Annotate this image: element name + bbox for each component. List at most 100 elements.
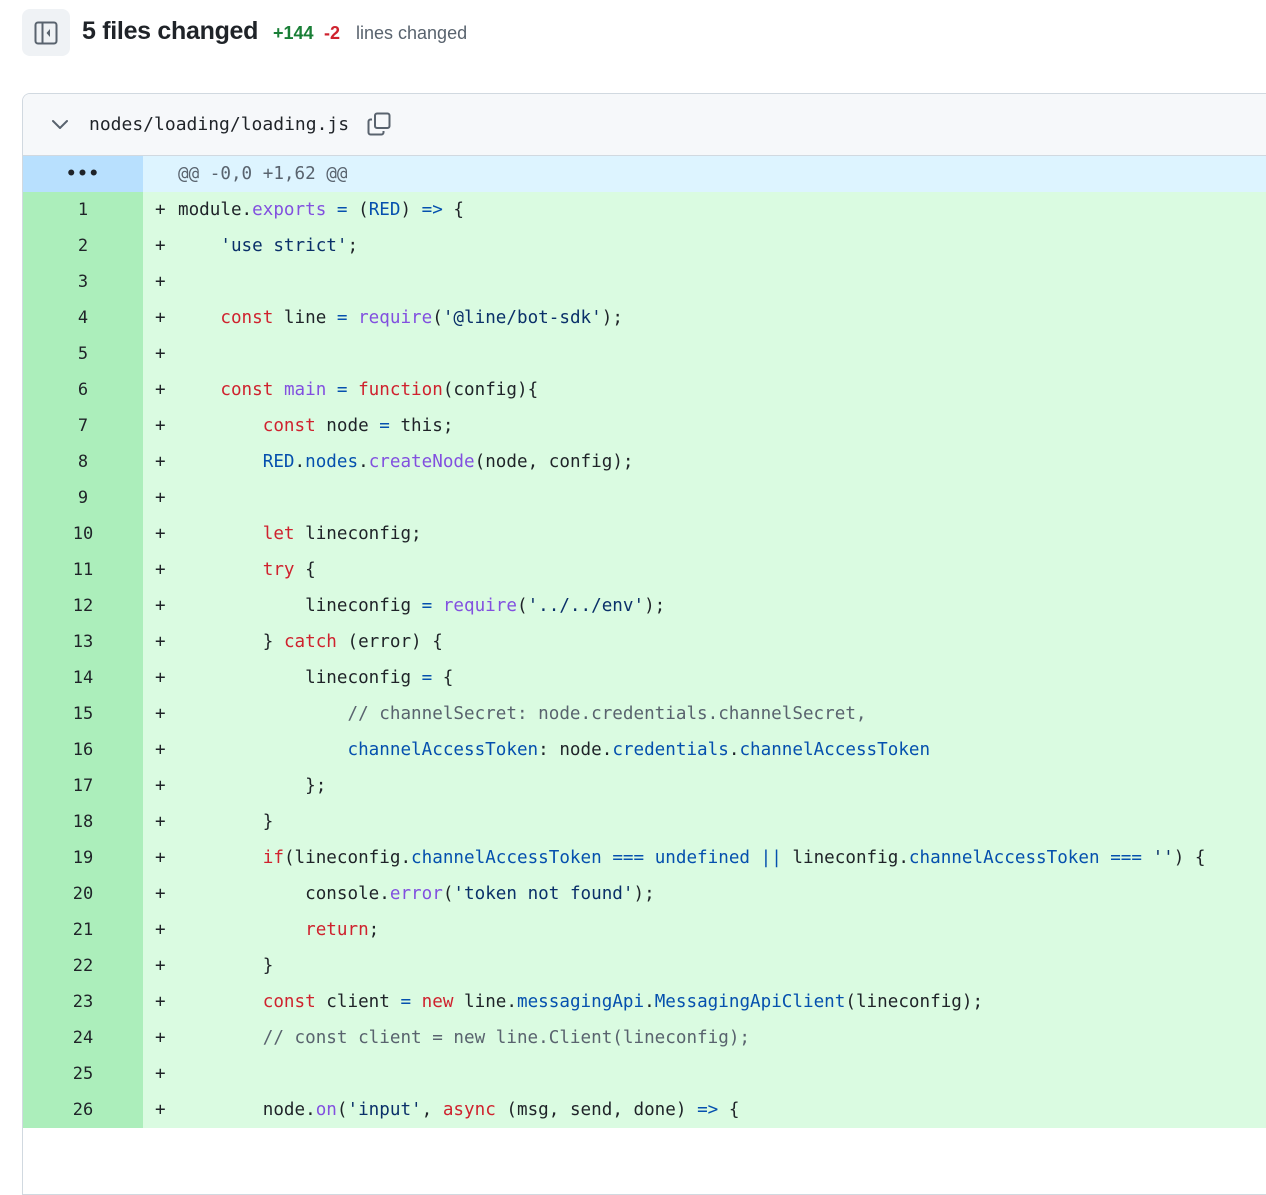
line-number[interactable]: 25 [23, 1056, 143, 1092]
code-token: (lineconfig); [845, 992, 984, 1012]
line-number[interactable]: 8 [23, 444, 143, 480]
code-line: + if(lineconfig.channelAccessToken === u… [143, 840, 1266, 876]
addition-marker: + [155, 200, 166, 220]
code-token: '' [1152, 848, 1174, 868]
code-token: 'use strict' [220, 236, 348, 256]
addition-marker: + [155, 1064, 166, 1084]
files-changed-count: 5 files changed [82, 17, 259, 45]
addition-marker: + [155, 668, 166, 688]
addition-marker: + [155, 704, 166, 724]
lines-changed-label: lines changed [356, 23, 468, 43]
code-token: ( [516, 596, 528, 616]
addition-marker: + [155, 884, 166, 904]
code-token: '../../env' [527, 596, 645, 616]
diff-line-row: 23 + const client = new line.messagingApi… [23, 984, 1266, 1020]
code-token: ( [432, 308, 443, 328]
chevron-down-icon[interactable] [49, 113, 71, 135]
line-number[interactable]: 10 [23, 516, 143, 552]
code-token: ( [442, 884, 454, 904]
diff-line-row: 17 + }; [23, 768, 1266, 804]
line-number[interactable]: 18 [23, 804, 143, 840]
line-number[interactable]: 5 [23, 336, 143, 372]
line-number[interactable]: 22 [23, 948, 143, 984]
code-line: + [143, 336, 1266, 372]
diff-line-row: 2 + 'use strict'; [23, 228, 1266, 264]
line-number[interactable]: 24 [23, 1020, 143, 1056]
line-number[interactable]: 12 [23, 588, 143, 624]
line-number[interactable]: 23 [23, 984, 143, 1020]
line-number[interactable]: 2 [23, 228, 143, 264]
line-number[interactable]: 26 [23, 1092, 143, 1128]
code-token: 'input' [347, 1100, 422, 1120]
code-token: try [262, 560, 295, 580]
line-number[interactable]: 21 [23, 912, 143, 948]
code-token: this; [389, 416, 454, 436]
code-token: node. [178, 1100, 316, 1120]
diff-line-row: 19 + if(lineconfig.channelAccessToken ===… [23, 840, 1266, 876]
code-token: ( [347, 200, 369, 220]
code-token: error [389, 884, 443, 904]
code-token: return [305, 920, 369, 940]
line-number[interactable]: 16 [23, 732, 143, 768]
addition-marker: + [155, 308, 166, 328]
line-number[interactable]: 15 [23, 696, 143, 732]
diff-line-row: 4 + const line = require('@line/bot-sdk')… [23, 300, 1266, 336]
code-token: const [220, 380, 274, 400]
code-token: if [262, 848, 284, 868]
line-number[interactable]: 4 [23, 300, 143, 336]
diff-line-row: 26 + node.on('input', async (msg, send, d… [23, 1092, 1266, 1128]
code-token: ( [336, 1100, 348, 1120]
copy-icon[interactable] [366, 111, 392, 137]
line-number[interactable]: 11 [23, 552, 143, 588]
file-header: nodes/loading/loading.js [23, 94, 1266, 156]
code-line: + } [143, 948, 1266, 984]
code-line: + const line = require('@line/bot-sdk'); [143, 300, 1266, 336]
file-diff: nodes/loading/loading.js ••• @@ -0,0 +1,… [22, 93, 1266, 1195]
toggle-file-tree-button[interactable] [22, 9, 70, 56]
code-token: MessagingApiClient [654, 992, 846, 1012]
line-number[interactable]: 1 [23, 192, 143, 228]
line-number[interactable]: 17 [23, 768, 143, 804]
code-token: = [379, 416, 390, 436]
code-token: RED [368, 200, 401, 220]
line-number[interactable]: 20 [23, 876, 143, 912]
code-token: credentials [612, 740, 729, 760]
diff-line-row: 10 + let lineconfig; [23, 516, 1266, 552]
code-token: } [178, 812, 274, 832]
code-line: + [143, 264, 1266, 300]
line-number[interactable]: 14 [23, 660, 143, 696]
code-token: = [336, 200, 348, 220]
expand-hunk-button[interactable]: ••• [23, 156, 143, 192]
diff-line-row: 16 + channelAccessToken: node.credentials… [23, 732, 1266, 768]
code-line: + channelAccessToken: node.credentials.c… [143, 732, 1266, 768]
code-token: createNode [368, 452, 475, 472]
code-token: }; [178, 776, 327, 796]
diff-line-row: 6 + const main = function(config){ [23, 372, 1266, 408]
file-path[interactable]: nodes/loading/loading.js [89, 114, 349, 135]
code-token: . [728, 740, 740, 760]
diff-summary-bar: 5 files changed +144 -2 lines changed [0, 0, 1266, 66]
line-number[interactable]: 3 [23, 264, 143, 300]
code-line: + let lineconfig; [143, 516, 1266, 552]
line-number[interactable]: 6 [23, 372, 143, 408]
line-number[interactable]: 9 [23, 480, 143, 516]
addition-marker: + [155, 452, 166, 472]
code-token: === [1110, 848, 1142, 868]
code-token: const [220, 308, 274, 328]
line-number[interactable]: 13 [23, 624, 143, 660]
line-number[interactable]: 7 [23, 408, 143, 444]
code-token: exports [252, 200, 327, 220]
diff-line-row: 11 + try { [23, 552, 1266, 588]
line-number[interactable]: 19 [23, 840, 143, 876]
